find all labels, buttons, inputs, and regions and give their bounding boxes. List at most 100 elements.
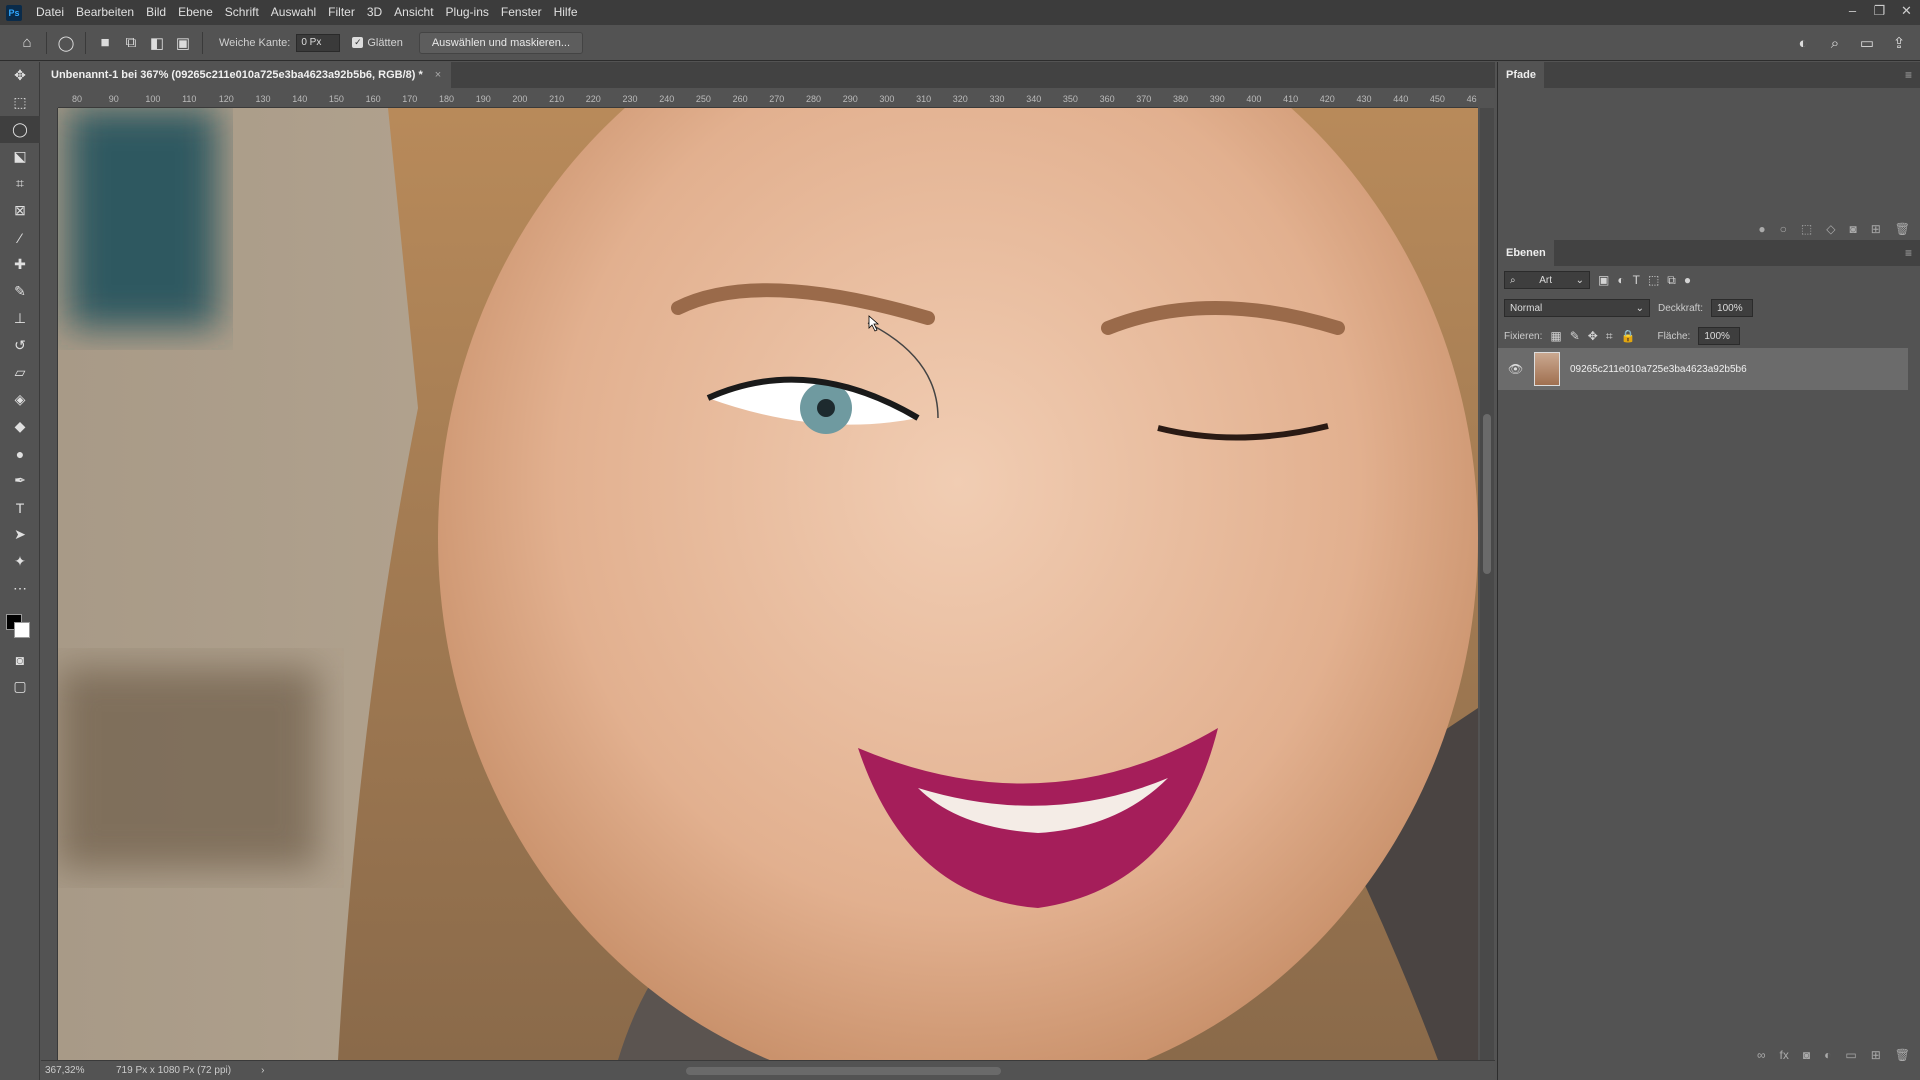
make-path-icon[interactable]: ◇ <box>1826 222 1835 236</box>
screen-mode-icon[interactable]: ▢ <box>0 673 40 700</box>
select-and-mask-button[interactable]: Auswählen und maskieren... <box>418 31 583 54</box>
shape-tool-icon[interactable]: ✦ <box>0 548 40 575</box>
menu-filter[interactable]: Filter <box>322 0 361 25</box>
link-layers-icon[interactable]: ∞ <box>1757 1048 1766 1062</box>
lock-pixels-icon[interactable]: ✎ <box>1570 329 1580 343</box>
search-icon[interactable]: ⌕ <box>1822 30 1848 56</box>
add-mask-icon[interactable]: ◙ <box>1849 222 1856 236</box>
pen-tool-icon[interactable]: ✒ <box>0 467 40 494</box>
color-swatches <box>0 602 39 646</box>
menu-schrift[interactable]: Schrift <box>219 0 265 25</box>
menu-ansicht[interactable]: Ansicht <box>388 0 439 25</box>
restore-button[interactable]: ❐ <box>1866 0 1893 25</box>
menu-hilfe[interactable]: Hilfe <box>548 0 584 25</box>
share-icon[interactable]: ⇪ <box>1886 30 1912 56</box>
panel-menu-icon[interactable]: ≡ <box>1905 246 1912 260</box>
scroll-thumb[interactable] <box>1483 414 1491 574</box>
ruler-tick: 260 <box>732 94 748 104</box>
smart-object-filter-icon[interactable]: ⧉ <box>1667 273 1676 288</box>
status-arrow-icon[interactable]: › <box>261 1065 264 1076</box>
vertical-scrollbar[interactable] <box>1480 108 1494 1060</box>
minimize-button[interactable]: – <box>1839 0 1866 25</box>
antialias-checkbox[interactable]: ✓ Glätten <box>352 37 403 49</box>
type-filter-icon[interactable]: T <box>1633 273 1640 287</box>
adjustment-filter-icon[interactable]: ◐ <box>1617 273 1624 287</box>
layer-thumbnail <box>1534 352 1560 386</box>
eraser-tool-icon[interactable]: ▱ <box>0 359 40 386</box>
type-tool-icon[interactable]: T <box>0 494 40 521</box>
eyedropper-tool-icon[interactable]: ⁄ <box>0 224 40 251</box>
close-window-button[interactable]: ✕ <box>1893 0 1920 25</box>
share-profile-icon[interactable]: ◐ <box>1790 30 1816 56</box>
history-brush-tool-icon[interactable]: ↺ <box>0 332 40 359</box>
stroke-path-icon[interactable]: ○ <box>1780 222 1787 236</box>
blur-tool-icon[interactable]: ◆ <box>0 413 40 440</box>
fx-icon[interactable]: fx <box>1780 1048 1789 1062</box>
subtract-selection-icon[interactable]: ◧ <box>144 30 170 56</box>
pixel-filter-icon[interactable]: ▣ <box>1598 273 1609 287</box>
quick-mask-icon[interactable]: ◙ <box>0 646 40 673</box>
stamp-tool-icon[interactable]: ⊥ <box>0 305 40 332</box>
chevron-down-icon: ⌄ <box>1575 274 1584 286</box>
tab-layers[interactable]: Ebenen <box>1498 240 1554 266</box>
intersect-selection-icon[interactable]: ▣ <box>170 30 196 56</box>
document-tab[interactable]: Unbenannt-1 bei 367% (09265c211e010a725e… <box>41 62 452 88</box>
filter-toggle-icon[interactable]: ● <box>1684 273 1691 287</box>
zoom-level[interactable]: 367,32% <box>41 1065 96 1076</box>
delete-layer-icon[interactable]: 🗑 <box>1895 1048 1910 1062</box>
new-path-icon[interactable]: ⊞ <box>1871 222 1881 236</box>
home-icon[interactable]: ⌂ <box>14 30 40 56</box>
workspace-icon[interactable]: ▭ <box>1854 30 1880 56</box>
shape-filter-icon[interactable]: ⬚ <box>1648 273 1659 287</box>
crop-tool-icon[interactable]: ⌗ <box>0 170 40 197</box>
object-selection-tool-icon[interactable]: ⬕ <box>0 143 40 170</box>
menu-auswahl[interactable]: Auswahl <box>265 0 322 25</box>
lock-all-icon[interactable]: 🔒 <box>1621 329 1636 343</box>
healing-brush-tool-icon[interactable]: ✚ <box>0 251 40 278</box>
tab-paths[interactable]: Pfade <box>1498 62 1544 88</box>
frame-tool-icon[interactable]: ⊠ <box>0 197 40 224</box>
new-group-icon[interactable]: ▭ <box>1845 1048 1856 1062</box>
lasso-tool-icon[interactable]: ◯ <box>0 116 40 143</box>
new-selection-icon[interactable]: ■ <box>92 30 118 56</box>
blend-mode-select[interactable]: Normal ⌄ <box>1504 299 1650 317</box>
delete-path-icon[interactable]: 🗑 <box>1895 222 1910 236</box>
menu-fenster[interactable]: Fenster <box>495 0 548 25</box>
layer-row[interactable]: 👁 09265c211e010a725e3ba4623a92b5b6 <box>1498 348 1908 390</box>
brush-tool-icon[interactable]: ✎ <box>0 278 40 305</box>
load-selection-icon[interactable]: ⬚ <box>1801 222 1812 236</box>
paint-bucket-tool-icon[interactable]: ◈ <box>0 386 40 413</box>
menu-bearbeiten[interactable]: Bearbeiten <box>70 0 140 25</box>
horizontal-scrollbar[interactable] <box>686 1067 1001 1075</box>
background-color-swatch[interactable] <box>14 622 30 638</box>
menu-ebene[interactable]: Ebene <box>172 0 219 25</box>
lock-artboard-icon[interactable]: ⌗ <box>1606 329 1613 344</box>
menu-3d[interactable]: 3D <box>361 0 388 25</box>
lock-transparency-icon[interactable]: ▦ <box>1550 329 1561 343</box>
panel-menu-icon[interactable]: ≡ <box>1905 68 1912 82</box>
close-tab-icon[interactable]: × <box>435 69 441 81</box>
move-tool-icon[interactable]: ✥ <box>0 62 40 89</box>
marquee-tool-icon[interactable]: ⬚ <box>0 89 40 116</box>
fill-path-icon[interactable]: ● <box>1758 222 1765 236</box>
path-selection-tool-icon[interactable]: ➤ <box>0 521 40 548</box>
more-tools-icon[interactable]: ⋯ <box>0 575 40 602</box>
photoshop-logo: Ps <box>6 4 22 21</box>
layer-filter-select[interactable]: ⌕ Art ⌄ <box>1504 271 1590 289</box>
feather-input[interactable]: 0 Px <box>296 33 341 52</box>
menu-bild[interactable]: Bild <box>140 0 172 25</box>
canvas[interactable] <box>58 108 1478 1060</box>
add-selection-icon[interactable]: ⧉ <box>118 30 144 56</box>
lasso-tool-preset-icon[interactable]: ◯ <box>53 30 79 56</box>
menu-datei[interactable]: Datei <box>30 0 70 25</box>
adjustment-layer-icon[interactable]: ◐ <box>1824 1048 1831 1062</box>
eye-icon[interactable]: 👁 <box>1508 362 1524 376</box>
menu-plugins[interactable]: Plug-ins <box>440 0 495 25</box>
lock-position-icon[interactable]: ✥ <box>1588 329 1598 343</box>
fill-input[interactable]: 100% <box>1698 327 1741 345</box>
dodge-tool-icon[interactable]: ● <box>0 440 40 467</box>
new-layer-icon[interactable]: ⊞ <box>1871 1048 1881 1062</box>
ruler-tick: 330 <box>989 94 1005 104</box>
opacity-input[interactable]: 100% <box>1711 299 1754 317</box>
add-mask-icon[interactable]: ◙ <box>1803 1048 1810 1062</box>
